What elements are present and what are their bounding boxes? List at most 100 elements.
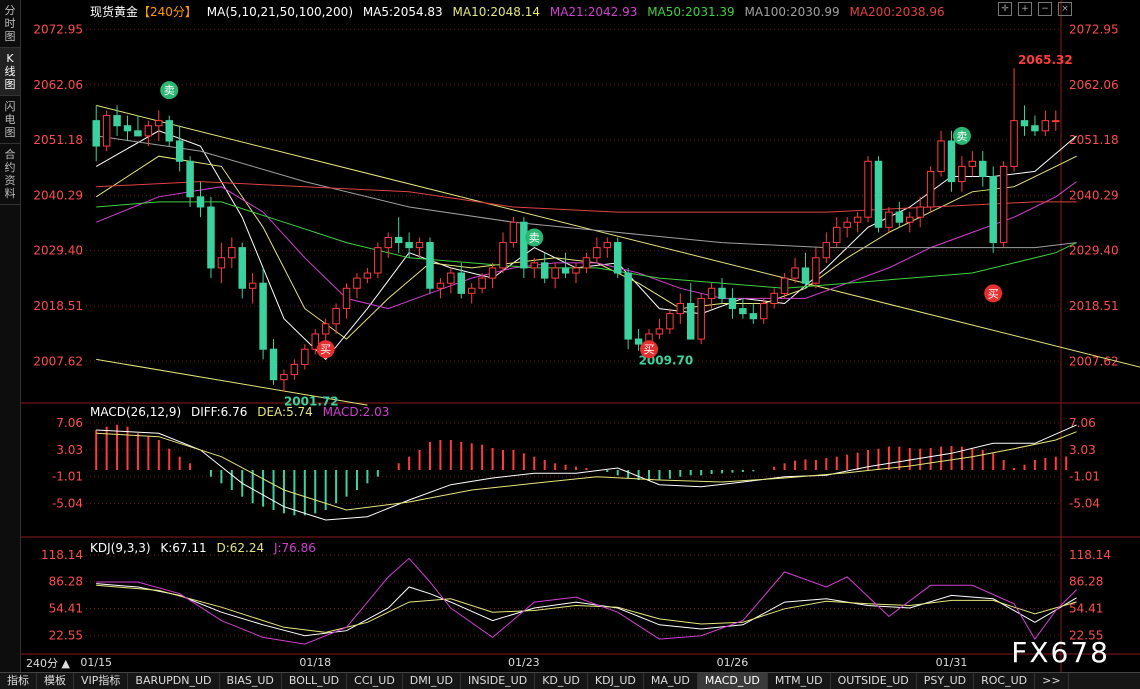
- candle-up: [374, 247, 382, 274]
- candle-down: [207, 206, 215, 269]
- price-tick-left: 2040.29: [33, 188, 83, 202]
- indicator-tab-17[interactable]: >>: [1035, 673, 1069, 689]
- macd-tick-left: 3.03: [56, 443, 83, 457]
- candle-up: [321, 323, 330, 335]
- candle-down: [92, 120, 100, 147]
- candle-up: [655, 328, 664, 335]
- macd-dea: DEA:5.74: [257, 405, 313, 419]
- indicator-tab-2[interactable]: VIP指标: [74, 673, 129, 689]
- close-icon[interactable]: ×: [1058, 2, 1072, 16]
- indicator-tab-14[interactable]: OUTSIDE_UD: [831, 673, 917, 689]
- zoom-out-icon[interactable]: −: [1038, 2, 1052, 16]
- macd-tick-left: 7.06: [56, 416, 83, 430]
- candle-up: [530, 262, 539, 269]
- candle-down: [801, 267, 810, 284]
- indicator-tab-6[interactable]: CCI_UD: [347, 673, 403, 689]
- ma-settings[interactable]: MA(5,10,21,50,100,200): [207, 5, 353, 19]
- indicator-tab-12[interactable]: MACD_UD: [697, 673, 768, 689]
- nav-tab-1[interactable]: K线图: [0, 48, 20, 96]
- x-tick: 01/15: [80, 656, 112, 669]
- nav-tab-0[interactable]: 分时图: [0, 0, 20, 48]
- macd-tick-right: 7.06: [1069, 416, 1096, 430]
- macd-tick-left: -1.01: [52, 470, 83, 484]
- candle-up: [144, 125, 153, 137]
- zoom-in-icon[interactable]: +: [1018, 2, 1032, 16]
- candle-up: [937, 140, 945, 172]
- indicator-tab-5[interactable]: BOLL_UD: [282, 673, 348, 689]
- macd-tick-right: 3.03: [1069, 443, 1096, 457]
- candle-up: [999, 165, 1008, 244]
- candle-up: [885, 211, 893, 228]
- indicator-tab-11[interactable]: MA_UD: [644, 673, 698, 689]
- candle-up: [228, 247, 236, 259]
- candle-down: [749, 313, 758, 320]
- indicator-tab-9[interactable]: KD_UD: [535, 673, 588, 689]
- price-tick-left: 2051.18: [33, 133, 83, 147]
- ma10-value: MA10:2048.14: [452, 5, 541, 19]
- candle-down: [394, 236, 403, 244]
- nav-tab-3[interactable]: 合约资料: [0, 144, 20, 205]
- candle-up: [843, 221, 851, 228]
- kdj-tick-left: 22.55: [49, 628, 83, 642]
- indicator-tab-1[interactable]: 模板: [37, 673, 74, 689]
- indicator-tab-13[interactable]: MTM_UD: [768, 673, 831, 689]
- candle-down: [874, 160, 883, 228]
- candle-down: [186, 160, 194, 198]
- kdj-legend: KDJ(9,3,3) K:67.11 D:62.24 J:76.86: [90, 541, 322, 555]
- candle-down: [613, 242, 622, 274]
- candle-up: [760, 303, 768, 320]
- nav-tab-2[interactable]: 闪电图: [0, 96, 20, 144]
- candle-up: [353, 277, 361, 289]
- candle-down: [561, 267, 570, 274]
- main-legend: 现货黄金【240分】 MA(5,10,21,50,100,200) MA5:20…: [90, 3, 951, 20]
- j-line: [96, 557, 1077, 645]
- kdj-tick-left: 86.28: [49, 575, 83, 589]
- candle-up: [509, 221, 518, 244]
- candle-down: [113, 115, 121, 127]
- crosshair-icon[interactable]: ✛: [998, 2, 1012, 16]
- indicator-tab-4[interactable]: BIAS_UD: [220, 673, 282, 689]
- indicator-tab-3[interactable]: BARUPDN_UD: [128, 673, 220, 689]
- candle-up: [791, 267, 799, 279]
- indicator-tab-16[interactable]: ROC_UD: [974, 673, 1036, 689]
- indicator-tab-8[interactable]: INSIDE_UD: [461, 673, 536, 689]
- period-selector[interactable]: 240分 ▲: [26, 655, 70, 671]
- candle-up: [958, 165, 966, 183]
- candle-up: [864, 160, 872, 218]
- candle-up: [551, 267, 559, 279]
- kline-chart[interactable]: 2072.95 2072.95 2062.06 2062.06 2051.18 2051.…: [21, 0, 1140, 672]
- candle-up: [853, 216, 862, 223]
- kdj-k: K:67.11: [160, 541, 207, 555]
- candle-up: [301, 348, 309, 365]
- kdj-tick-right: 54.41: [1069, 601, 1103, 615]
- indicator-tabs: 指标 模板 VIP指标 BARUPDN_UD BIAS_UD BOLL_UD CCI_UD D…: [0, 672, 1140, 689]
- kdj-j: J:76.86: [273, 541, 316, 555]
- macd-tick-right: -5.04: [1069, 497, 1100, 511]
- candle-up: [916, 206, 924, 218]
- candle-down: [895, 211, 904, 223]
- candle-up: [1052, 120, 1060, 123]
- candle-up: [770, 292, 778, 304]
- price-tick-right: 2051.18: [1069, 133, 1119, 147]
- candle-down: [196, 196, 205, 208]
- indicator-tab-15[interactable]: PSY_UD: [917, 673, 975, 689]
- candle-up: [1010, 120, 1018, 167]
- candle-up: [780, 277, 789, 294]
- indicator-tab-0[interactable]: 指标: [0, 673, 37, 689]
- candle-up: [467, 287, 476, 294]
- candle-up: [280, 374, 288, 381]
- candle-up: [447, 272, 455, 284]
- x-tick: 01/18: [299, 656, 331, 669]
- price-tick-left: 2018.51: [33, 299, 83, 313]
- indicator-tab-10[interactable]: KDJ_UD: [588, 673, 644, 689]
- buy-signal-label: 买: [988, 287, 999, 300]
- candle-up: [676, 303, 685, 315]
- candle-up: [478, 277, 486, 289]
- candle-up: [707, 287, 716, 299]
- macd-diff: DIFF:6.76: [190, 405, 248, 419]
- candle-up: [363, 272, 372, 279]
- candle-down: [634, 338, 643, 345]
- candle-down: [718, 287, 726, 299]
- indicator-tab-7[interactable]: DMI_UD: [403, 673, 462, 689]
- candle-up: [603, 242, 612, 249]
